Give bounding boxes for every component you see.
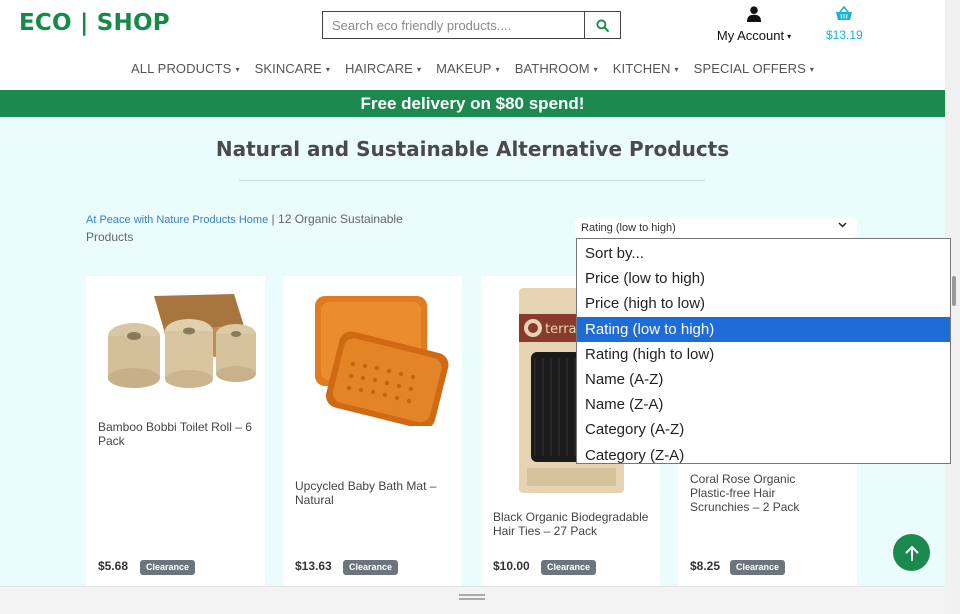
nav-item-kitchen[interactable]: KITCHEN ▾	[613, 61, 679, 76]
search-button[interactable]	[584, 12, 620, 38]
product-price: $10.00	[493, 559, 530, 573]
page-title: Natural and Sustainable Alternative Prod…	[215, 137, 730, 161]
nav-item-makeup[interactable]: MAKEUP ▾	[436, 61, 500, 76]
chevron-down-icon	[838, 222, 847, 228]
sort-option-name-asc[interactable]: Name (A-Z)	[577, 367, 950, 392]
sort-option-price-desc[interactable]: Price (high to low)	[577, 291, 950, 316]
my-account-menu[interactable]: My Account ▾	[712, 6, 796, 43]
product-image	[315, 296, 449, 426]
sort-option-name-desc[interactable]: Name (Z-A)	[577, 392, 950, 417]
product-name[interactable]: Coral Rose Organic Plastic-free Hair Scr…	[690, 472, 820, 514]
back-to-top-button[interactable]	[893, 534, 930, 571]
sort-option-rating-desc[interactable]: Rating (high to low)	[577, 342, 950, 367]
breadcrumb-separator: |	[271, 212, 275, 226]
product-image	[108, 294, 256, 388]
search-form	[322, 11, 621, 39]
shopping-basket[interactable]: $13.19	[826, 5, 863, 42]
caret-icon: ▾	[787, 32, 792, 42]
bottom-panel-bar	[0, 586, 945, 614]
sort-option-category-asc[interactable]: Category (A-Z)	[577, 417, 950, 442]
nav-item-skincare[interactable]: SKINCARE ▾	[255, 61, 330, 76]
breadcrumb-home-link[interactable]: At Peace with Nature Products Home	[86, 214, 268, 226]
sort-option-rating-asc[interactable]: Rating (low to high)	[577, 316, 950, 342]
scrollbar-thumb[interactable]	[952, 276, 956, 306]
search-input[interactable]	[323, 12, 584, 38]
nav-item-bathroom[interactable]: BATHROOM ▾	[515, 61, 598, 76]
sort-select[interactable]: Rating (low to high)	[575, 217, 857, 238]
resize-grip-icon[interactable]	[459, 594, 485, 600]
sort-selected-value: Rating (low to high)	[581, 221, 676, 234]
product-name[interactable]: Bamboo Bobbi Toilet Roll – 6 Pack	[98, 420, 258, 448]
nav-item-all-products[interactable]: ALL PRODUCTS ▾	[131, 61, 240, 76]
packaging-brand-text: terra	[545, 322, 577, 337]
title-divider	[239, 180, 705, 181]
status-badge: Clearance	[541, 560, 597, 575]
nav-item-haircare[interactable]: HAIRCARE ▾	[345, 61, 421, 76]
breadcrumb: At Peace with Nature Products Home | 12 …	[86, 211, 436, 246]
status-badge: Clearance	[343, 560, 399, 575]
delivery-banner: Free delivery on $80 spend!	[0, 90, 945, 117]
product-card[interactable]: Bamboo Bobbi Toilet Roll – 6 Pack $5.68 …	[86, 276, 265, 586]
arrow-up-icon	[905, 545, 918, 561]
site-logo[interactable]: ECO | SHOP	[19, 10, 170, 36]
status-badge: Clearance	[730, 560, 786, 575]
search-icon	[596, 18, 609, 32]
basket-total: $13.19	[826, 28, 863, 42]
sort-option-category-desc[interactable]: Category (Z-A)	[577, 443, 950, 468]
product-card[interactable]: Upcycled Baby Bath Mat – Natural $13.63 …	[283, 276, 462, 586]
sort-option-sort-by[interactable]: Sort by...	[577, 241, 950, 266]
user-icon	[747, 6, 761, 22]
basket-icon	[836, 5, 852, 20]
nav-item-special-offers[interactable]: SPECIAL OFFERS ▾	[694, 61, 814, 76]
sort-option-price-asc[interactable]: Price (low to high)	[577, 266, 950, 291]
product-name[interactable]: Upcycled Baby Bath Mat – Natural	[295, 479, 455, 507]
product-price: $8.25	[690, 559, 721, 573]
status-badge: Clearance	[140, 560, 196, 575]
my-account-label: My Account	[716, 28, 785, 43]
product-name[interactable]: Black Organic Biodegradable Hair Ties – …	[493, 510, 653, 538]
product-price: $5.68	[98, 559, 129, 573]
main-nav: ALL PRODUCTS ▾ SKINCARE ▾ HAIRCARE ▾ MAKEUP…	[0, 61, 945, 76]
site-header: ECO | SHOP My Account▾ $13.19 ALL PRODUC…	[0, 0, 945, 90]
product-price: $13.63	[295, 559, 332, 573]
sort-dropdown: Sort by... Price (low to high) Price (hi…	[576, 238, 951, 464]
